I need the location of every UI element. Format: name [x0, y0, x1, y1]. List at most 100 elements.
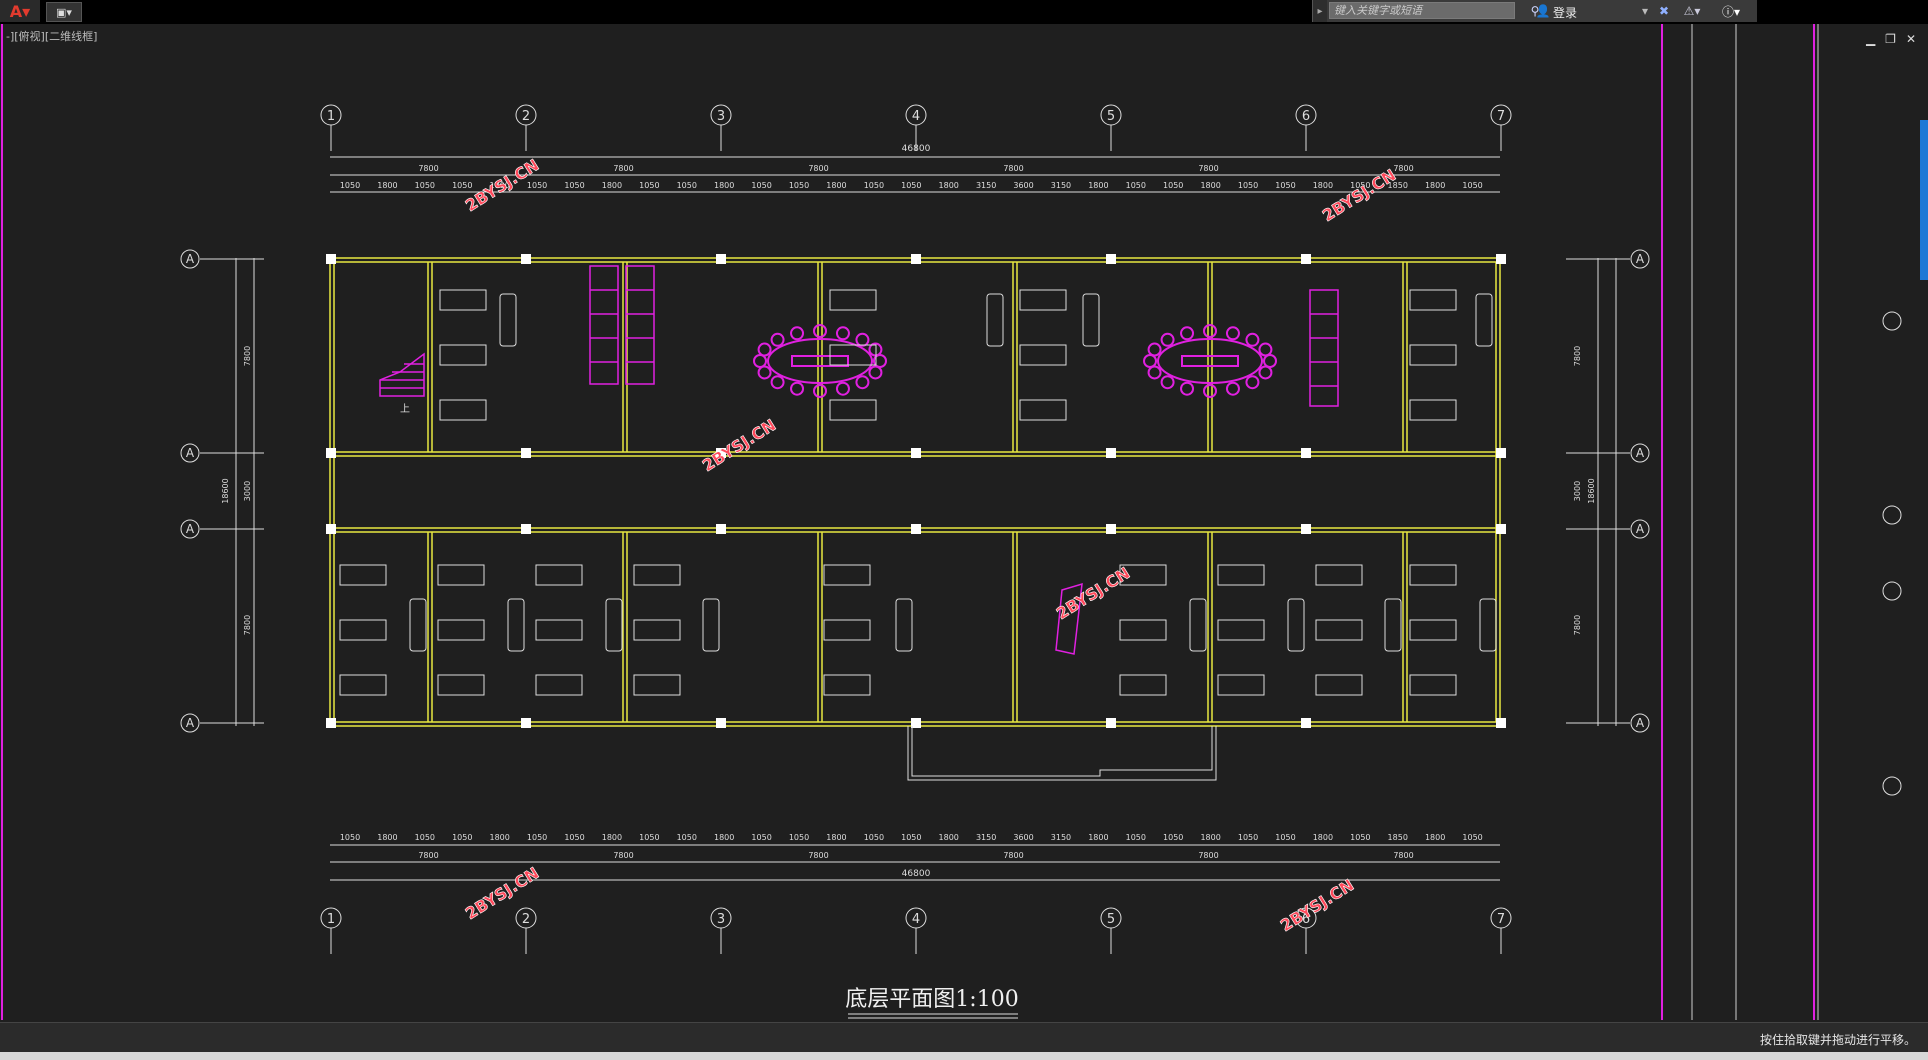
- svg-text:5: 5: [1107, 109, 1115, 124]
- detail-dimension: 3150: [1051, 181, 1071, 190]
- drawing-title: 底层平面图1:100: [845, 987, 1018, 1012]
- column-marker: [1106, 448, 1116, 458]
- column-marker: [911, 254, 921, 264]
- grid-bubble-col-1: 1: [320, 907, 342, 954]
- svg-text:A: A: [1636, 716, 1645, 730]
- svg-text:A: A: [186, 446, 195, 460]
- status-bar: 按住拾取键并拖动进行平移。: [0, 1022, 1928, 1053]
- detail-dimension: 1800: [939, 181, 959, 190]
- detail-dimension: 1050: [901, 833, 921, 842]
- detail-dimension: 1800: [826, 181, 846, 190]
- conference-chairs: [753, 324, 1277, 398]
- room-partitions: [326, 254, 1506, 728]
- column-marker: [1301, 448, 1311, 458]
- detail-dimension: 1800: [1200, 833, 1220, 842]
- detail-dimension: 1050: [1126, 833, 1146, 842]
- bay-dimension: 7800: [1393, 164, 1413, 173]
- svg-text:7: 7: [1497, 109, 1505, 124]
- column-marker: [1106, 254, 1116, 264]
- detail-dimension: 1800: [714, 833, 734, 842]
- svg-text:1: 1: [327, 109, 335, 124]
- detail-dimension: 1050: [789, 833, 809, 842]
- detail-dimension: 1800: [1425, 181, 1445, 190]
- column-marker: [1106, 524, 1116, 534]
- detail-dimension: 1050: [1462, 833, 1482, 842]
- grid-bubble-col-7: 7: [1490, 907, 1512, 954]
- column-marker: [716, 524, 726, 534]
- grid-bubble-col-3: 3: [710, 104, 732, 151]
- right-dimension: 7800: [1573, 346, 1582, 366]
- detail-dimension: 1050: [340, 181, 360, 190]
- svg-text:5: 5: [1107, 912, 1115, 927]
- office-desks: [339, 289, 1497, 696]
- bay-dimension: 7800: [1003, 851, 1023, 860]
- stair: [379, 352, 425, 397]
- watermark-text: 2BYSJ.CN: [699, 415, 779, 475]
- detail-dimension: 1800: [1088, 833, 1108, 842]
- column-marker: [521, 448, 531, 458]
- svg-text:2: 2: [522, 912, 530, 927]
- grid-bubble-row: A: [180, 249, 264, 269]
- detail-dimension: 3150: [1051, 833, 1071, 842]
- detail-dimension: 3150: [976, 181, 996, 190]
- svg-text:A: A: [186, 252, 195, 266]
- svg-text:A: A: [1636, 522, 1645, 536]
- grid-bubble-col-2: 2: [515, 907, 537, 954]
- column-marker: [1301, 524, 1311, 534]
- svg-text:A: A: [186, 716, 195, 730]
- scrollbar-thumb[interactable]: [1920, 120, 1928, 280]
- watermark-text: 2BYSJ.CN: [1277, 875, 1357, 935]
- detail-dimension: 1050: [901, 181, 921, 190]
- column-marker: [326, 254, 336, 264]
- grid-bubble-row: A: [1566, 249, 1650, 269]
- detail-dimension: 1800: [602, 181, 622, 190]
- grid-bubble-row: A: [1566, 519, 1650, 539]
- svg-text:4: 4: [912, 912, 920, 927]
- column-marker: [1301, 254, 1311, 264]
- entrance-canopy: [907, 726, 1217, 781]
- detail-dimension: 1050: [789, 181, 809, 190]
- detail-dimension: 1050: [677, 181, 697, 190]
- detail-dimension: 1050: [452, 181, 472, 190]
- detail-dimension: 1050: [564, 181, 584, 190]
- svg-text:2: 2: [522, 109, 530, 124]
- column-marker: [911, 448, 921, 458]
- stair-label: 上: [400, 403, 410, 415]
- status-message: 按住拾取键并拖动进行平移。: [1759, 1033, 1916, 1047]
- column-marker: [326, 524, 336, 534]
- detail-dimension: 1050: [751, 833, 771, 842]
- svg-text:A: A: [1636, 252, 1645, 266]
- detail-dimension: 1800: [1313, 181, 1333, 190]
- column-marker: [1496, 448, 1506, 458]
- bay-dimension: 7800: [418, 851, 438, 860]
- grid-row-bubbles: A A A A A A A A: [180, 249, 1650, 733]
- detail-dimension: 1050: [751, 181, 771, 190]
- svg-text:1: 1: [327, 912, 335, 927]
- svg-text:7: 7: [1497, 912, 1505, 927]
- grid-bubble-row: A: [180, 713, 264, 733]
- column-marker: [1496, 254, 1506, 264]
- column-marker: [521, 718, 531, 728]
- conference-table-2: [1157, 338, 1263, 384]
- grid-bubble-col-1: 1: [320, 104, 342, 151]
- watermark-text: 2BYSJ.CN: [1319, 165, 1399, 225]
- watermark-text: 2BYSJ.CN: [462, 863, 542, 923]
- grid-bubble-col-4: 4: [905, 907, 927, 954]
- bottom-strip: [0, 1052, 1928, 1060]
- bay-dimension: 7800: [1003, 164, 1023, 173]
- left-total-dimension: 18600: [221, 478, 230, 503]
- detail-dimension: 1800: [939, 833, 959, 842]
- drawing-canvas[interactable]: 上 11223344556677 A AA AA AA A 46800 46800 78…: [0, 0, 1928, 1060]
- grid-bubble-col-3: 3: [710, 907, 732, 954]
- detail-dimension: 1050: [1275, 833, 1295, 842]
- bottom-total-dimension: 46800: [902, 869, 931, 879]
- svg-text:4: 4: [912, 109, 920, 124]
- column-marker: [716, 254, 726, 264]
- detail-dimension: 1050: [1350, 833, 1370, 842]
- top-total-dimension: 46800: [902, 144, 931, 154]
- column-marker: [1496, 524, 1506, 534]
- detail-dimension: 1850: [1388, 833, 1408, 842]
- detail-dimension: 1050: [1238, 181, 1258, 190]
- detail-dimension: 1050: [639, 181, 659, 190]
- column-marker: [716, 718, 726, 728]
